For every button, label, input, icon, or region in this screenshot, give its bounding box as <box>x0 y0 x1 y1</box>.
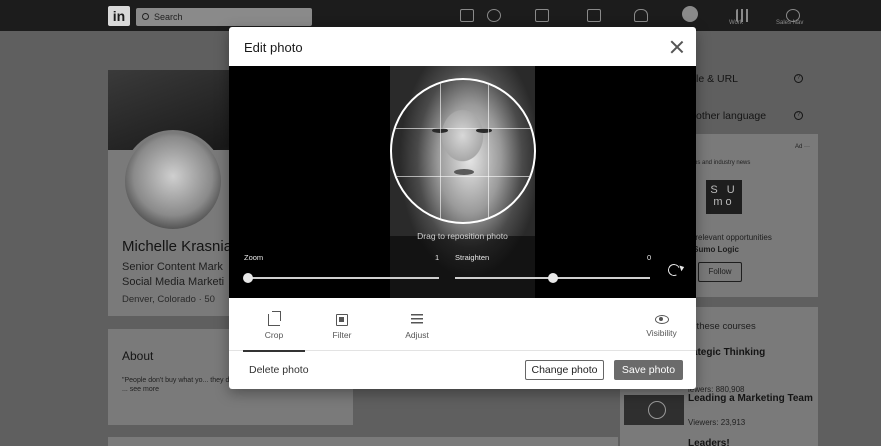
profile-name: Michelle Krasnia <box>122 238 233 255</box>
ad-opportunities: re relevant opportunities <box>686 233 772 242</box>
home-icon[interactable] <box>460 9 474 22</box>
zoom-slider-track[interactable] <box>248 277 439 279</box>
straighten-value: 0 <box>647 253 652 262</box>
zoom-label: Zoom <box>244 253 264 262</box>
follow-button[interactable]: Follow <box>698 262 742 282</box>
tab-crop-label: Crop <box>264 330 284 340</box>
help-icon[interactable]: ? <box>794 74 803 83</box>
modal-header: Edit photo <box>229 27 696 66</box>
work-label: Work <box>729 20 743 26</box>
crop-icon <box>268 311 281 326</box>
crop-circle[interactable] <box>390 78 536 224</box>
me-avatar[interactable] <box>682 6 698 22</box>
about-title: About <box>122 349 154 363</box>
sumo-logic-logo: S Umo <box>706 180 742 214</box>
grid-line <box>440 80 441 222</box>
linkedin-logo[interactable]: in <box>108 6 130 26</box>
reposition-hint: Drag to reposition photo <box>417 231 508 241</box>
course-meta: Viewers: 23,913 <box>688 418 746 427</box>
course-title[interactable]: rategic Thinking <box>688 347 765 358</box>
grid-line <box>488 80 489 222</box>
courses-heading: th these courses <box>686 321 756 332</box>
save-photo-button[interactable]: Save photo <box>614 360 683 380</box>
modal-footer: Delete photo Change photo Save photo <box>229 351 696 389</box>
add-language-link[interactable]: other language <box>696 110 766 122</box>
see-more-link[interactable]: ... see more <box>122 386 159 393</box>
profile-headline-2: Social Media Marketi <box>122 276 225 288</box>
sales-nav-label: Sales Nav <box>776 20 804 26</box>
visibility-label: Visibility <box>646 328 677 338</box>
edit-photo-modal: Edit photo Zoom 1 Straighten 0 Drag to r… <box>229 27 696 389</box>
course-title[interactable]: Leading a Marketing Team <box>688 393 813 404</box>
zoom-value: 1 <box>435 253 440 262</box>
ad-label[interactable]: Ad ··· <box>795 144 810 150</box>
tab-crop[interactable]: Crop <box>243 298 305 352</box>
adjust-icon <box>411 314 423 326</box>
tab-filter-label: Filter <box>332 330 352 340</box>
zoom-slider-handle[interactable] <box>243 273 253 283</box>
search-placeholder: Search <box>154 12 183 22</box>
messaging-icon[interactable] <box>587 9 601 22</box>
reset-rotation-icon[interactable] <box>666 262 682 278</box>
change-photo-button[interactable]: Change photo <box>525 360 604 380</box>
photo-stage[interactable]: Zoom 1 Straighten 0 Drag to reposition p… <box>229 66 696 298</box>
close-button[interactable] <box>669 39 685 55</box>
profile-avatar[interactable] <box>122 130 224 232</box>
photo-controls: Zoom 1 Straighten 0 <box>229 236 696 298</box>
course-title[interactable]: Leaders! <box>688 438 730 446</box>
next-card <box>108 437 618 446</box>
tab-adjust[interactable]: Adjust <box>401 298 433 351</box>
filter-icon <box>336 314 348 326</box>
modal-title: Edit photo <box>244 40 303 55</box>
profile-headline-1: Senior Content Mark <box>122 261 223 273</box>
tab-adjust-label: Adjust <box>405 330 429 340</box>
search-input[interactable]: Search <box>136 8 312 26</box>
eye-icon <box>654 315 669 324</box>
network-icon[interactable] <box>487 9 501 22</box>
delete-photo-button[interactable]: Delete photo <box>249 364 309 376</box>
visibility-button[interactable]: Visibility <box>639 298 684 351</box>
help-icon[interactable]: ? <box>794 111 803 120</box>
search-icon <box>142 13 149 20</box>
edit-profile-url-link[interactable]: le & URL <box>696 73 738 85</box>
notifications-icon[interactable] <box>634 9 648 22</box>
play-icon <box>648 401 666 419</box>
course-thumbnail[interactable] <box>624 395 684 425</box>
jobs-icon[interactable] <box>535 9 549 22</box>
straighten-label: Straighten <box>455 253 490 262</box>
grid-line <box>392 128 534 129</box>
straighten-slider-handle[interactable] <box>547 273 558 283</box>
grid-line <box>392 176 534 177</box>
photo-toolbar: Crop Filter Adjust Visibility <box>229 298 696 352</box>
tab-filter[interactable]: Filter <box>324 298 360 351</box>
profile-location: Denver, Colorado · 50 <box>122 294 215 305</box>
